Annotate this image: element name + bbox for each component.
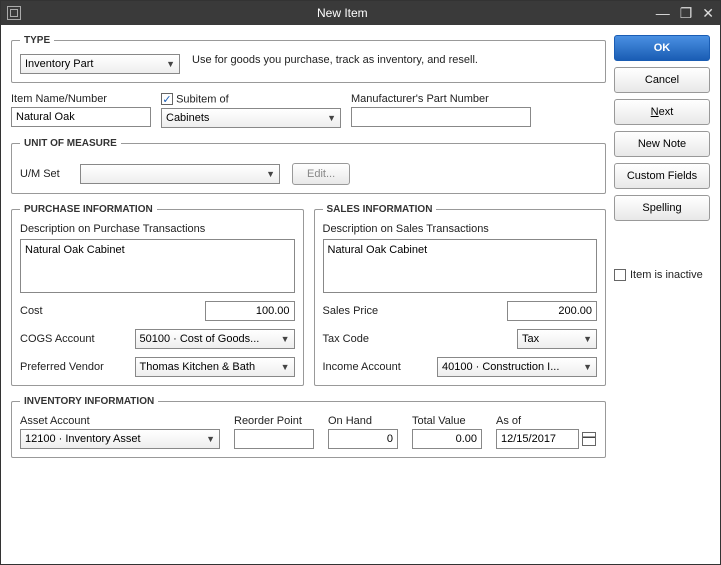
onhand-label: On Hand [328,415,398,427]
uom-label: U/M Set [20,168,74,180]
calendar-icon[interactable] [582,432,596,446]
chevron-down-icon: ▼ [583,362,592,372]
tax-label: Tax Code [323,333,419,345]
cost-label: Cost [20,305,116,317]
onhand-input[interactable]: 0 [328,429,398,449]
vendor-dropdown[interactable]: Thomas Kitchen & Bath ▼ [135,357,295,377]
sales-legend: SALES INFORMATION [323,204,437,215]
vendor-label: Preferred Vendor [20,361,116,373]
uom-group: UNIT OF MEASURE U/M Set ▼ Edit... [11,138,606,194]
type-group: TYPE Inventory Part ▼ Use for goods you … [11,35,606,83]
next-button[interactable]: Next [614,99,710,125]
asof-input[interactable]: 12/15/2017 [496,429,579,449]
cogs-dropdown[interactable]: 50100 · Cost of Goods... ▼ [135,329,295,349]
subitem-dropdown[interactable]: Cabinets ▼ [161,108,341,128]
ok-button[interactable]: OK [614,35,710,61]
custom-fields-button[interactable]: Custom Fields [614,163,710,189]
income-label: Income Account [323,361,419,373]
purchase-desc-label: Description on Purchase Transactions [20,223,205,235]
purchase-legend: PURCHASE INFORMATION [20,204,157,215]
type-dropdown[interactable]: Inventory Part ▼ [20,54,180,74]
button-panel: OK Cancel Next New Note Custom Fields Sp… [614,35,710,554]
income-dropdown[interactable]: 40100 · Construction I... ▼ [437,357,597,377]
type-legend: TYPE [20,35,54,46]
chevron-down-icon: ▼ [166,59,175,69]
mpn-label: Manufacturer's Part Number [351,93,531,105]
cancel-button[interactable]: Cancel [614,67,710,93]
inactive-row: Item is inactive [614,269,710,281]
close-icon[interactable]: ✕ [702,5,714,22]
titlebar: New Item — ❐ ✕ [1,1,720,25]
type-description: Use for goods you purchase, track as inv… [192,54,597,66]
uom-dropdown[interactable]: ▼ [80,164,280,184]
cost-input[interactable]: 100.00 [205,301,295,321]
inactive-label: Item is inactive [630,269,703,281]
subitem-label: ✓ Subitem of [161,93,341,106]
inventory-legend: INVENTORY INFORMATION [20,396,158,407]
new-item-window: New Item — ❐ ✕ TYPE Inventory Part ▼ Use… [0,0,721,565]
chevron-down-icon: ▼ [281,334,290,344]
maximize-icon[interactable]: ❐ [680,5,693,22]
uom-edit-button[interactable]: Edit... [292,163,350,185]
asset-dropdown[interactable]: 12100 · Inventory Asset ▼ [20,429,220,449]
purchase-desc-input[interactable]: Natural Oak Cabinet [20,239,295,293]
sales-group: SALES INFORMATION Description on Sales T… [314,204,607,386]
sales-desc-input[interactable]: Natural Oak Cabinet [323,239,598,293]
cogs-label: COGS Account [20,333,116,345]
chevron-down-icon: ▼ [206,434,215,444]
new-note-button[interactable]: New Note [614,131,710,157]
price-input[interactable]: 200.00 [507,301,597,321]
chevron-down-icon: ▼ [583,334,592,344]
chevron-down-icon: ▼ [327,113,336,123]
item-name-label: Item Name/Number [11,93,151,105]
chevron-down-icon: ▼ [281,362,290,372]
reorder-input[interactable] [234,429,314,449]
chevron-down-icon: ▼ [266,169,275,179]
purchase-group: PURCHASE INFORMATION Description on Purc… [11,204,304,386]
item-name-input[interactable]: Natural Oak [11,107,151,127]
tax-dropdown[interactable]: Tax ▼ [517,329,597,349]
minimize-icon[interactable]: — [656,5,670,22]
spelling-button[interactable]: Spelling [614,195,710,221]
total-input[interactable]: 0.00 [412,429,482,449]
window-icon [7,6,21,20]
sales-desc-label: Description on Sales Transactions [323,223,489,235]
inventory-group: INVENTORY INFORMATION Asset Account 1210… [11,396,606,458]
price-label: Sales Price [323,305,419,317]
form-area: TYPE Inventory Part ▼ Use for goods you … [11,35,606,554]
window-controls: — ❐ ✕ [656,5,714,22]
asof-label: As of [496,415,596,427]
inactive-checkbox[interactable] [614,269,626,281]
uom-legend: UNIT OF MEASURE [20,138,121,149]
reorder-label: Reorder Point [234,415,314,427]
subitem-checkbox[interactable]: ✓ [161,93,173,105]
asset-label: Asset Account [20,415,220,427]
type-value: Inventory Part [25,58,93,70]
window-title: New Item [29,6,656,20]
total-label: Total Value [412,415,482,427]
mpn-input[interactable] [351,107,531,127]
